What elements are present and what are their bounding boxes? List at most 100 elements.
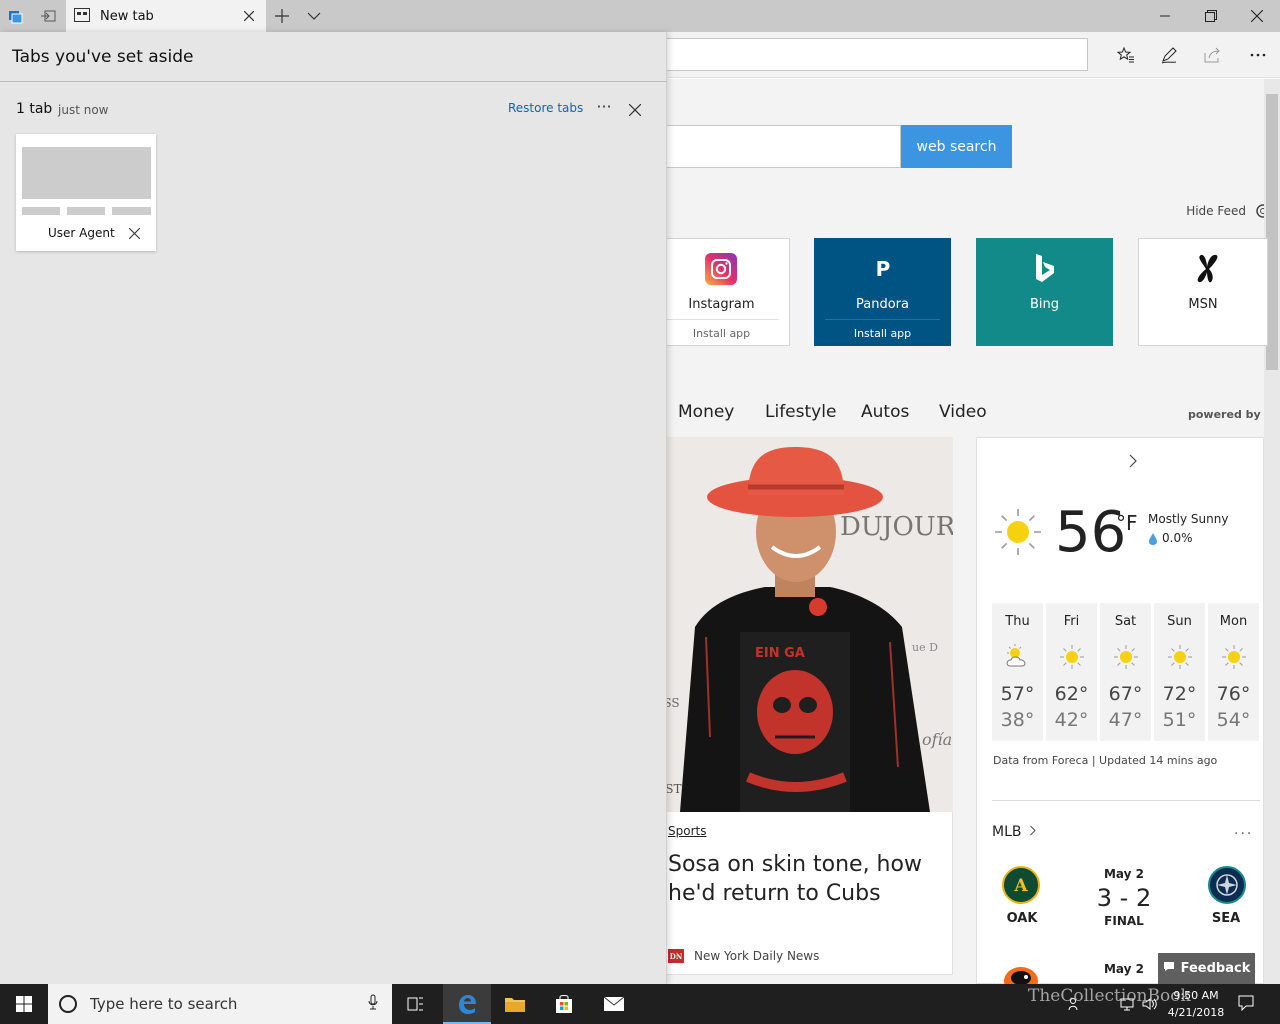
- cortana-icon: [58, 994, 78, 1014]
- forecast-low: 47°: [1108, 709, 1143, 731]
- forecast-low: 51°: [1162, 709, 1197, 731]
- news-image[interactable]: DUJOUR inte E ESS NEST ue D ofía EIN GA: [640, 437, 953, 812]
- tile-divider: [664, 319, 779, 320]
- share-icon[interactable]: [1193, 38, 1233, 71]
- powered-by-msn: powered by MS: [1188, 408, 1264, 421]
- game-date: May 2: [1103, 962, 1145, 976]
- instagram-icon: [705, 253, 737, 285]
- feedback-button[interactable]: Feedback: [1158, 953, 1255, 984]
- task-view-button[interactable]: [392, 984, 440, 1024]
- hide-feed-link[interactable]: Hide Feed: [1150, 204, 1246, 218]
- forecast-day-mon[interactable]: Mon 76° 54°: [1208, 603, 1259, 741]
- restore-tabs-link[interactable]: Restore tabs: [508, 101, 583, 115]
- minimize-button[interactable]: [1142, 0, 1188, 32]
- tab-preview-chevron-icon[interactable]: [298, 0, 330, 32]
- divider: [0, 81, 667, 82]
- file-explorer-icon[interactable]: [491, 984, 539, 1024]
- forecast-low: 38°: [1000, 709, 1035, 731]
- forecast-high: 67°: [1108, 683, 1143, 705]
- game-status: FINAL: [1104, 914, 1144, 928]
- sunny-icon: [992, 506, 1044, 558]
- clock-date[interactable]: 4/21/2018: [1166, 1006, 1226, 1019]
- mlb-more-button[interactable]: ...: [1234, 822, 1253, 838]
- tile-msn[interactable]: MSN: [1138, 238, 1268, 346]
- forecast-day-sat[interactable]: Sat 67° 47°: [1100, 603, 1151, 741]
- taskbar-search-box[interactable]: Type here to search: [48, 984, 392, 1024]
- thumbnail-label: User Agent: [48, 226, 115, 240]
- microphone-icon[interactable]: [368, 994, 378, 1014]
- close-window-button[interactable]: [1234, 0, 1280, 32]
- chevron-right-icon: [1029, 824, 1037, 840]
- edge-icon[interactable]: [443, 984, 491, 1024]
- forecast-day-name: Thu: [1005, 614, 1030, 629]
- forecast-low: 42°: [1054, 709, 1089, 731]
- tile-bing[interactable]: Bing: [976, 238, 1113, 346]
- forecast-high: 62°: [1054, 683, 1089, 705]
- category-lifestyle[interactable]: Lifestyle: [765, 402, 836, 422]
- msn-butterfly-icon: [1191, 253, 1223, 285]
- thumbnail-preview-bar: [22, 207, 60, 215]
- tab-group-time: just now: [58, 103, 109, 117]
- clock-time[interactable]: 9:50 AM: [1166, 989, 1226, 1002]
- tile-pandora[interactable]: P Pandora Install app: [814, 238, 951, 346]
- forecast-day-sun[interactable]: Sun 72° 51°: [1154, 603, 1205, 741]
- task-view-icon: [407, 997, 423, 1011]
- new-tab-button[interactable]: [266, 0, 298, 32]
- tabs-aside-icon[interactable]: [0, 0, 32, 32]
- sunny-icon: [1112, 643, 1140, 671]
- forecast-day-thu[interactable]: Thu 57° 38°: [992, 603, 1043, 741]
- thumbnail-preview: [22, 147, 151, 199]
- category-autos[interactable]: Autos: [861, 402, 909, 422]
- address-bar[interactable]: [640, 38, 1088, 71]
- divider: [992, 800, 1260, 801]
- close-group-icon[interactable]: [624, 99, 646, 121]
- more-options-icon[interactable]: [1238, 38, 1278, 71]
- game-score[interactable]: 3 - 2: [1090, 884, 1158, 912]
- people-icon[interactable]: [1068, 996, 1082, 1011]
- sunny-icon: [1058, 643, 1086, 671]
- temperature-unit[interactable]: °F: [1116, 511, 1138, 535]
- windows-logo-icon: [16, 996, 32, 1012]
- tile-install-link[interactable]: Install app: [815, 327, 950, 340]
- favorites-icon[interactable]: [1106, 38, 1146, 71]
- volume-icon[interactable]: [1142, 996, 1158, 1010]
- gear-icon[interactable]: [1254, 202, 1264, 220]
- news-source-logo: DN: [668, 949, 684, 963]
- news-image-text: ofía: [922, 730, 952, 749]
- set-tabs-aside-icon[interactable]: [32, 0, 64, 32]
- close-thumbnail-icon[interactable]: [127, 226, 141, 240]
- mail-icon[interactable]: [590, 984, 638, 1024]
- forecast-day-name: Sat: [1114, 614, 1137, 629]
- mlb-section-link[interactable]: MLB: [992, 824, 1037, 840]
- panel-title: Tabs you've set aside: [12, 47, 194, 67]
- tile-instagram[interactable]: Instagram Install app: [653, 238, 790, 346]
- tile-label: Pandora: [856, 297, 909, 312]
- start-button[interactable]: [0, 984, 48, 1024]
- tab-new-tab[interactable]: New tab: [66, 0, 266, 32]
- mlb-label: MLB: [992, 824, 1022, 840]
- news-headline[interactable]: Sosa on skin tone, how he'd return to Cu…: [668, 850, 948, 908]
- forecast-day-fri[interactable]: Fri 62° 42°: [1046, 603, 1097, 741]
- precipitation-value: 0.0%: [1162, 531, 1193, 545]
- new-tab-icon: [74, 7, 90, 26]
- restore-button[interactable]: [1188, 0, 1234, 32]
- bing-icon: [1029, 253, 1061, 285]
- tile-label: Instagram: [688, 297, 755, 312]
- close-tab-icon[interactable]: [242, 9, 256, 23]
- category-money[interactable]: Money: [678, 402, 734, 422]
- tile-install-link[interactable]: Install app: [654, 327, 789, 340]
- web-search-button[interactable]: web search: [901, 125, 1012, 168]
- category-video[interactable]: Video: [939, 402, 987, 422]
- pen-icon[interactable]: [1149, 38, 1189, 71]
- group-more-button[interactable]: ···: [592, 97, 616, 116]
- action-center-icon[interactable]: [1238, 995, 1254, 1012]
- thumbnail-preview-bar: [67, 207, 105, 215]
- forecast-high: 72°: [1162, 683, 1197, 705]
- weather-data-source: Data from Foreca | Updated 14 mins ago: [993, 754, 1218, 767]
- news-image-text: ue D: [912, 641, 938, 654]
- network-icon[interactable]: [1120, 996, 1134, 1011]
- news-image-text: DUJOUR: [840, 512, 953, 542]
- chevron-right-icon[interactable]: [1128, 453, 1140, 468]
- store-icon[interactable]: [540, 984, 588, 1024]
- news-category-link[interactable]: Sports: [668, 824, 706, 838]
